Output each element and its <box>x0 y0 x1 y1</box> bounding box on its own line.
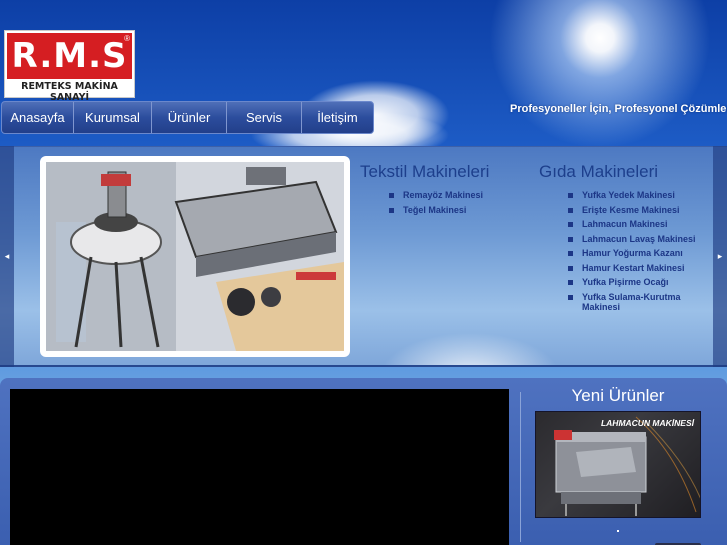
new-product-caption: LAHMACUN MAKİNESİ <box>600 418 694 428</box>
list-item[interactable]: Hamur Yoğurma Kazanı <box>568 248 708 259</box>
nav-item-iletisim[interactable]: İletişim <box>302 102 373 133</box>
nav-item-urunler[interactable]: Ürünler <box>152 102 227 133</box>
list-item[interactable]: Yufka Pişirme Ocağı <box>568 277 708 288</box>
nav-item-kurumsal[interactable]: Kurumsal <box>74 102 152 133</box>
logo-mark: R.M.S ® <box>7 33 132 79</box>
product-photo[interactable] <box>46 162 344 351</box>
divider <box>520 392 521 542</box>
main-nav: Anasayfa Kurumsal Ürünler Servis İletişi… <box>1 101 374 134</box>
logo-subtitle: REMTEKS MAKİNA SANAYİ <box>21 81 118 103</box>
category-list-gida: Yufka Yedek Makinesi Erişte Kesme Makine… <box>568 190 708 317</box>
nav-item-anasayfa[interactable]: Anasayfa <box>2 102 74 133</box>
prev-arrow-icon[interactable]: ◂ <box>0 146 14 367</box>
list-item[interactable]: Erişte Kesme Makinesi <box>568 205 708 216</box>
list-item[interactable]: Remayöz Makinesi <box>389 190 519 201</box>
list-item[interactable]: Lahmacun Lavaş Makinesi <box>568 234 708 245</box>
logo-letters: R.M.S <box>11 36 128 76</box>
list-item[interactable]: Teğel Makinesi <box>389 205 519 216</box>
list-item[interactable]: Yufka Yedek Makinesi <box>568 190 708 201</box>
new-product-image[interactable]: LAHMACUN MAKİNESİ <box>535 411 701 518</box>
decorative-dot <box>617 530 619 532</box>
new-products-title: Yeni Ürünler <box>571 386 665 405</box>
list-item[interactable]: Lahmacun Makinesi <box>568 219 708 230</box>
registered-mark: ® <box>124 34 130 43</box>
category-title-tekstil[interactable]: Tekstil Makineleri <box>360 162 489 182</box>
list-item[interactable]: Hamur Kestart Makinesi <box>568 263 708 274</box>
category-title-gida[interactable]: Gıda Makineleri <box>539 162 658 182</box>
list-item[interactable]: Yufka Sulama-Kurutma Makinesi <box>568 292 708 313</box>
company-logo[interactable]: R.M.S ® REMTEKS MAKİNA SANAYİ <box>4 30 135 103</box>
tagline: Profesyoneller İçin, Profesyonel Çözümle… <box>510 103 727 115</box>
machines-illustration <box>46 162 344 351</box>
nav-item-servis[interactable]: Servis <box>227 102 302 133</box>
product-photo-frame <box>40 156 350 357</box>
category-list-tekstil: Remayöz Makinesi Teğel Makinesi <box>389 190 519 219</box>
next-arrow-icon[interactable]: ▸ <box>713 146 727 367</box>
video-player[interactable] <box>10 389 509 545</box>
